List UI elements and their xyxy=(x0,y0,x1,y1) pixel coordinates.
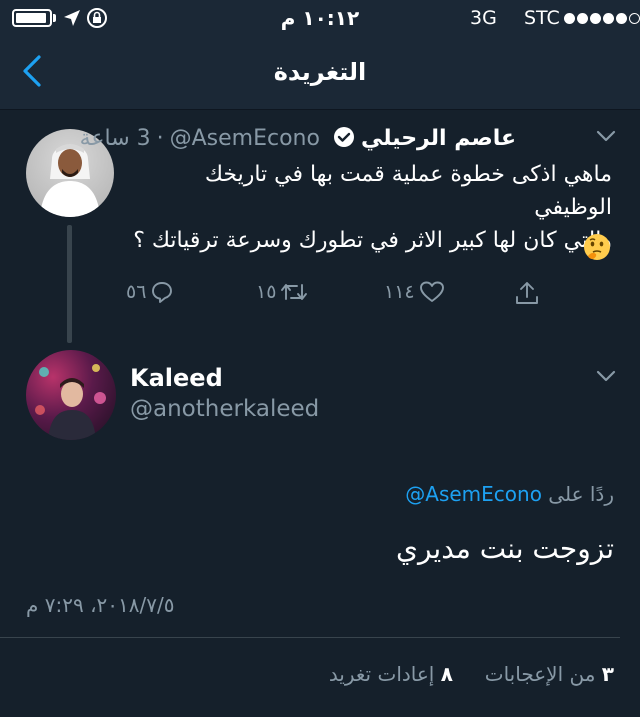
retweet-action[interactable]: ١٥ xyxy=(256,280,308,304)
chevron-down-icon[interactable] xyxy=(596,369,616,383)
reply-count: ٥٦ xyxy=(126,281,147,303)
tweet-text-line: ماهي اذكى خطوة عملية قمت بها في تاريخك ا… xyxy=(204,162,612,220)
retweets-stat[interactable]: ٨ إعادات تغريد xyxy=(329,662,453,686)
carrier-name: STC xyxy=(524,7,560,29)
signal-dot xyxy=(577,13,588,24)
separator-dot: · xyxy=(156,126,164,151)
retweet-icon xyxy=(281,284,308,300)
reply-text: تزوجت بنت مديري xyxy=(396,532,614,565)
like-action[interactable]: ١١٤ xyxy=(384,280,445,304)
tweet-header: عاصم الرحيلي @AsemEcono·3 ساعة xyxy=(80,126,516,154)
rotation-lock-icon xyxy=(87,8,107,28)
reply-author-handle[interactable]: @anotherkaleed xyxy=(130,396,319,422)
signal-dot xyxy=(590,13,601,24)
author-handle[interactable]: @AsemEcono xyxy=(170,126,320,151)
tweet-time-ago: 3 ساعة xyxy=(79,126,151,151)
replying-to-mention[interactable]: @AsemEcono xyxy=(405,482,542,506)
signal-dot xyxy=(564,13,575,24)
divider xyxy=(0,637,620,638)
verified-badge-icon xyxy=(333,126,355,154)
reply-timestamp: ٢٠١٨/٧/٥، ٧:٢٩ م xyxy=(26,593,175,617)
page-title: التغريدة xyxy=(273,58,367,86)
battery-icon xyxy=(12,9,52,27)
retweet-count: ١٥ xyxy=(256,281,277,303)
tweet-text: ماهي اذكى خطوة عملية قمت بها في تاريخك ا… xyxy=(132,158,612,257)
reply-action[interactable]: ٥٦ xyxy=(126,280,174,304)
battery-tip xyxy=(53,14,56,22)
signal-strength-icon xyxy=(564,13,640,24)
reply-author-avatar[interactable] xyxy=(26,350,116,440)
status-time: ١٠:١٢ م xyxy=(280,6,360,30)
reply-icon xyxy=(152,282,173,303)
tweet-text-line: والتي كان لها كبير الاثر في تطورك وسرعة … xyxy=(133,228,612,253)
replying-to: ردًا على @AsemEcono xyxy=(405,482,614,506)
engagement-stats: ٣ من الإعجابات ٨ إعادات تغريد xyxy=(329,662,614,686)
heart-icon xyxy=(419,281,444,302)
likes-count: ٣ xyxy=(601,662,614,686)
thinking-face-emoji xyxy=(584,234,610,260)
network-type: 3G xyxy=(470,7,497,29)
likes-label: من الإعجابات xyxy=(484,662,596,686)
share-action[interactable] xyxy=(514,280,540,306)
author-name[interactable]: عاصم الرحيلي xyxy=(361,126,516,151)
avatar-photo xyxy=(35,364,106,440)
tweet-actions: ٥٦ ١٥ ١١٤ xyxy=(0,280,640,320)
retweets-count: ٨ xyxy=(440,662,453,686)
signal-dot xyxy=(616,13,627,24)
replying-to-label: ردًا على xyxy=(548,482,614,506)
share-icon xyxy=(516,282,538,304)
chevron-left-icon[interactable] xyxy=(20,54,44,88)
chevron-down-icon[interactable] xyxy=(596,129,616,143)
likes-stat[interactable]: ٣ من الإعجابات xyxy=(485,662,614,686)
signal-dot xyxy=(603,13,614,24)
retweets-label: إعادات تغريد xyxy=(328,662,435,686)
signal-dot xyxy=(629,13,640,24)
location-arrow-icon xyxy=(64,10,80,26)
like-count: ١١٤ xyxy=(384,281,415,303)
reply-author-name[interactable]: Kaleed xyxy=(130,364,223,392)
